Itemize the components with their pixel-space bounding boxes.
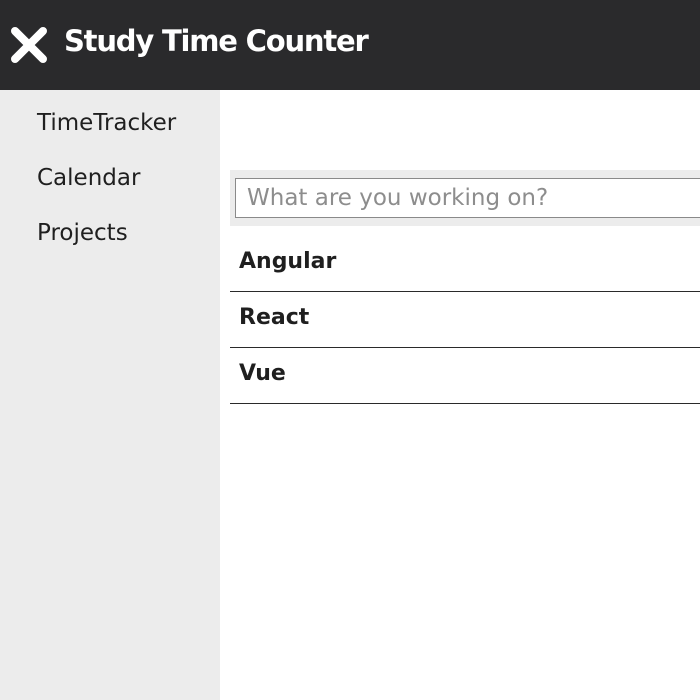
app-header: Study Time Counter [0, 0, 700, 90]
project-label: Vue [239, 361, 286, 386]
sidebar: TimeTracker Calendar Projects [0, 90, 220, 700]
app-title: Study Time Counter [64, 24, 369, 58]
project-row-react[interactable]: React [230, 292, 700, 348]
sidebar-item-timetracker[interactable]: TimeTracker [37, 110, 176, 136]
search-input[interactable] [235, 178, 700, 218]
main-content: Angular React Vue [220, 90, 700, 700]
search-bar [230, 170, 700, 226]
project-row-angular[interactable]: Angular [230, 236, 700, 292]
sidebar-item-calendar[interactable]: Calendar [37, 165, 140, 191]
project-row-vue[interactable]: Vue [230, 348, 700, 404]
sidebar-item-projects[interactable]: Projects [37, 220, 128, 246]
close-icon[interactable] [11, 27, 47, 63]
project-label: React [239, 305, 310, 330]
project-label: Angular [239, 249, 337, 274]
